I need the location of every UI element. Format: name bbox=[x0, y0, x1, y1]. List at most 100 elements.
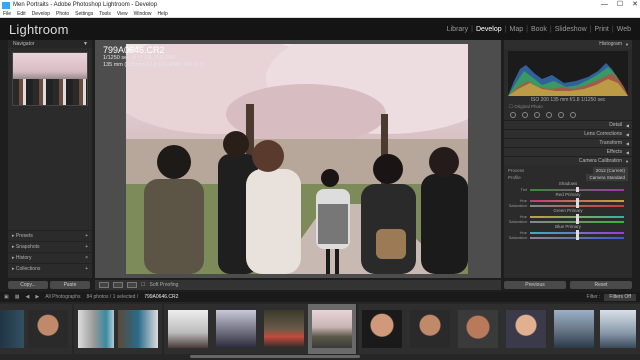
maximize-button[interactable]: ☐ bbox=[617, 0, 623, 10]
red-eye-icon[interactable] bbox=[534, 112, 540, 118]
transform-section[interactable]: Transform ◀ bbox=[504, 138, 632, 147]
detail-section[interactable]: Detail ◀ bbox=[504, 120, 632, 129]
module-develop[interactable]: Develop bbox=[473, 26, 505, 33]
lightroom-logo: Lightroom bbox=[9, 22, 69, 37]
menu-view[interactable]: View bbox=[117, 10, 128, 17]
filter-area: Filter : Filters Off bbox=[587, 292, 636, 302]
collections-section[interactable]: ▸ Collections + bbox=[8, 263, 92, 274]
module-print[interactable]: Print bbox=[591, 26, 611, 33]
spot-removal-icon[interactable] bbox=[522, 112, 528, 118]
filmstrip-thumb-selected[interactable] bbox=[308, 304, 356, 354]
process-select[interactable]: 2012 (Current) bbox=[592, 167, 628, 174]
before-after-options-icon[interactable] bbox=[127, 282, 137, 288]
collapse-icon: ▼ bbox=[625, 159, 629, 164]
detail-label: Detail bbox=[609, 122, 622, 128]
minimize-button[interactable]: — bbox=[601, 0, 608, 10]
module-library[interactable]: Library bbox=[444, 26, 471, 33]
filmstrip-thumb[interactable] bbox=[550, 304, 598, 354]
red-saturation-slider[interactable]: Saturation bbox=[508, 203, 628, 208]
slider-knob[interactable] bbox=[576, 235, 579, 240]
navigator-preview-image bbox=[13, 79, 87, 105]
module-web[interactable]: Web bbox=[614, 26, 634, 33]
slider-label: Saturation bbox=[508, 203, 527, 208]
thumb-image bbox=[264, 310, 304, 348]
shadows-tint-slider[interactable]: Tint bbox=[508, 187, 628, 192]
menu-develop[interactable]: Develop bbox=[32, 10, 50, 17]
crop-tool-icon[interactable] bbox=[510, 112, 516, 118]
paste-button[interactable]: Paste bbox=[50, 281, 90, 289]
original-photo-checkbox[interactable]: ☐ Original Photo bbox=[504, 103, 632, 110]
filmstrip-thumb[interactable] bbox=[406, 304, 454, 354]
histogram[interactable] bbox=[508, 51, 628, 96]
slider-label: Tint bbox=[520, 187, 527, 192]
menu-settings[interactable]: Settings bbox=[75, 10, 93, 17]
filmstrip-thumb[interactable] bbox=[114, 304, 162, 354]
navigator-preview[interactable] bbox=[12, 52, 88, 106]
thumb-image bbox=[362, 310, 402, 348]
menu-window[interactable]: Window bbox=[134, 10, 152, 17]
presets-section[interactable]: ▸ Presets + bbox=[8, 230, 92, 241]
menu-photo[interactable]: Photo bbox=[56, 10, 69, 17]
thumb-image bbox=[312, 310, 352, 348]
snapshots-section[interactable]: ▸ Snapshots + bbox=[8, 241, 92, 252]
slider-knob[interactable] bbox=[576, 219, 579, 224]
profile-select[interactable]: Camera Standard bbox=[586, 174, 628, 181]
history-section[interactable]: ▸ History × bbox=[8, 252, 92, 263]
filmstrip-thumb[interactable] bbox=[260, 304, 308, 354]
filmstrip-thumb[interactable] bbox=[164, 304, 212, 354]
previous-button[interactable]: Previous bbox=[504, 281, 566, 289]
filmstrip-scrollbar[interactable] bbox=[190, 355, 360, 358]
presets-label: Presets bbox=[15, 233, 33, 239]
adjustment-brush-icon[interactable] bbox=[570, 112, 576, 118]
histogram-graph bbox=[508, 63, 628, 96]
grid-view-icon[interactable]: ▦ bbox=[15, 292, 20, 302]
green-saturation-slider[interactable]: Saturation bbox=[508, 219, 628, 224]
thumb-image bbox=[554, 310, 594, 348]
navigator-header[interactable]: Navigator ▼ bbox=[8, 40, 92, 48]
filmstrip-thumb[interactable] bbox=[212, 304, 260, 354]
second-window-icon[interactable]: ▣ bbox=[4, 292, 9, 302]
effects-section[interactable]: Effects ◀ bbox=[504, 147, 632, 156]
lens-corrections-section[interactable]: Lens Corrections ◀ bbox=[504, 129, 632, 138]
camera-calibration-section[interactable]: Camera Calibration ▼ bbox=[504, 156, 632, 165]
copy-button[interactable]: Copy... bbox=[8, 281, 48, 289]
before-after-icon[interactable] bbox=[113, 282, 123, 288]
filmstrip-source[interactable]: All Photographs bbox=[45, 292, 80, 302]
module-book[interactable]: Book bbox=[528, 26, 550, 33]
close-button[interactable]: ✕ bbox=[632, 0, 638, 10]
left-panel: Navigator ▼ ▸ Presets + ▸ Snapshots + ▸ Hi… bbox=[8, 40, 92, 278]
forward-arrow-icon[interactable]: ▶ bbox=[35, 292, 39, 302]
menu-edit[interactable]: Edit bbox=[17, 10, 26, 17]
main-photo[interactable] bbox=[126, 44, 468, 274]
graduated-filter-icon[interactable] bbox=[546, 112, 552, 118]
module-map[interactable]: Map bbox=[506, 26, 526, 33]
radial-filter-icon[interactable] bbox=[558, 112, 564, 118]
filmstrip-thumb[interactable] bbox=[358, 304, 406, 354]
add-icon[interactable]: + bbox=[85, 264, 88, 275]
filmstrip-thumb[interactable] bbox=[24, 304, 72, 354]
photoshop-icon bbox=[2, 1, 10, 9]
slider-knob[interactable] bbox=[576, 187, 579, 192]
slider-knob[interactable] bbox=[576, 203, 579, 208]
camera-calibration-panel: Process 2012 (Current) Profile Camera Stan… bbox=[504, 165, 632, 242]
menu-file[interactable]: File bbox=[3, 10, 11, 17]
soft-proofing-checkbox[interactable]: ☐ bbox=[141, 282, 145, 288]
image-canvas: 799A0646.CR2 1/1250 sec at f / 1.8, ISO … bbox=[95, 40, 501, 278]
module-slideshow[interactable]: Slideshow bbox=[552, 26, 590, 33]
filter-select[interactable]: Filters Off bbox=[604, 293, 636, 301]
filmstrip-thumb[interactable] bbox=[596, 304, 640, 354]
histogram-title: Histogram bbox=[599, 41, 622, 47]
filmstrip-thumb[interactable] bbox=[454, 304, 502, 354]
current-filename: 799A0646.CR2 bbox=[144, 294, 179, 300]
filmstrip bbox=[0, 302, 640, 360]
original-photo-label: Original Photo bbox=[514, 104, 543, 109]
filmstrip-thumb[interactable] bbox=[502, 304, 550, 354]
back-arrow-icon[interactable]: ◀ bbox=[25, 292, 29, 302]
menu-tools[interactable]: Tools bbox=[99, 10, 111, 17]
loupe-view-icon[interactable] bbox=[99, 282, 109, 288]
reset-button[interactable]: Reset bbox=[570, 281, 632, 289]
histogram-header[interactable]: Histogram ▼ bbox=[504, 40, 632, 49]
menu-help[interactable]: Help bbox=[157, 10, 167, 17]
thumb-image bbox=[28, 310, 68, 348]
blue-saturation-slider[interactable]: Saturation bbox=[508, 235, 628, 240]
